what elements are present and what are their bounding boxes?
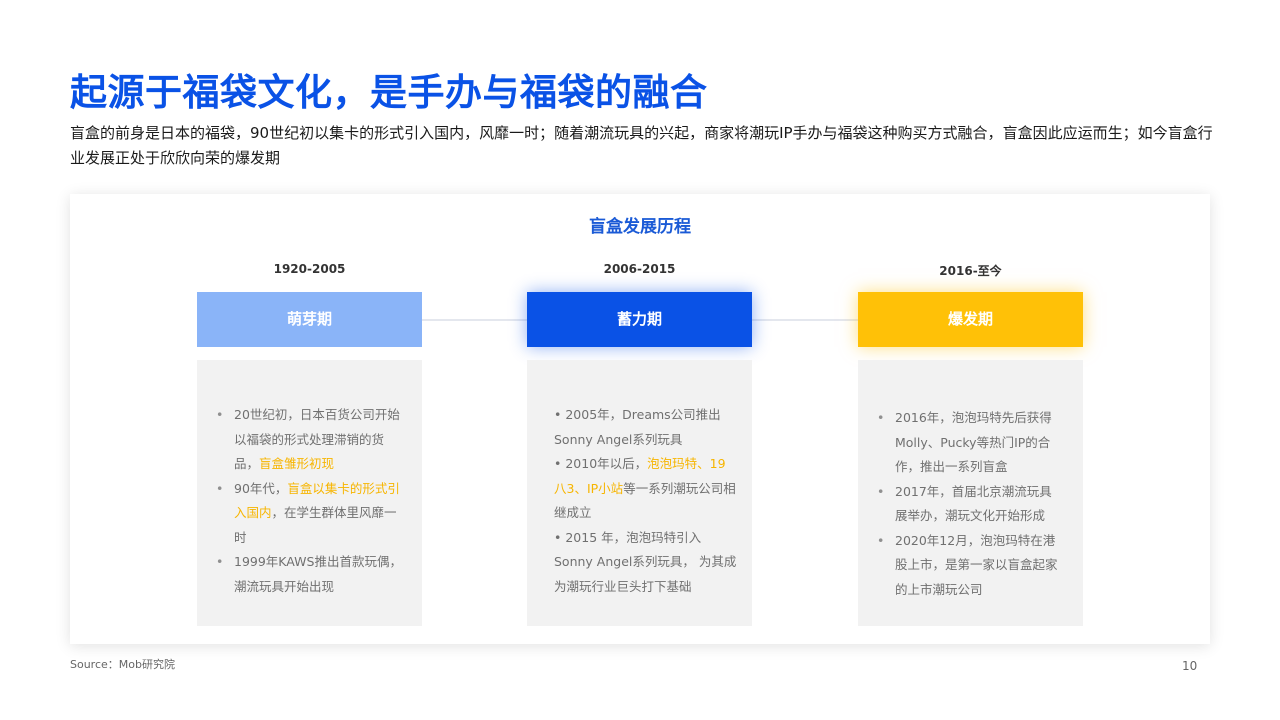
stage-1-item-3: 1999年KAWS推出首款玩偶，潮流玩具开始出现 — [216, 550, 402, 599]
stage-phase-1: 萌芽期 — [197, 292, 422, 347]
timeline-title: 盲盒发展历程 — [589, 217, 691, 237]
stage-year-1: 1920-2005 — [273, 262, 346, 276]
stage-phase-3: 爆发期 — [858, 292, 1083, 347]
stage-3-item-3: 2020年12月，泡泡玛特在港股上市，是第一家以盲盒起家的上市潮玩公司 — [877, 529, 1063, 603]
stage-3-item-1: 2016年，泡泡玛特先后获得Molly、Pucky等热门IP的合作，推出一系列盲… — [877, 406, 1063, 480]
stage-2-item-2: • 2010年以后，泡泡玛特、19八3、IP小站等一系列潮玩公司相继成立 — [554, 456, 736, 520]
page-subtitle: 盲盒的前身是日本的福袋，90世纪初以集卡的形式引入国内，风靡一时；随着潮流玩具的… — [70, 124, 1213, 167]
stage-1-item-2: 90年代，盲盒以集卡的形式引入国内，在学生群体里风靡一时 — [216, 477, 402, 551]
timeline-card: 盲盒发展历程 1920-2005 萌芽期 20世纪初，日本百货公司开始以福袋的形… — [70, 194, 1210, 644]
stage-content-3: 2016年，泡泡玛特先后获得Molly、Pucky等热门IP的合作，推出一系列盲… — [858, 360, 1083, 626]
stage-content-1: 20世纪初，日本百货公司开始以福袋的形式处理滞销的货品，盲盒雏形初现 90年代，… — [197, 360, 422, 626]
stage-year-2: 2006-2015 — [603, 262, 676, 276]
stage-1-item-1: 20世纪初，日本百货公司开始以福袋的形式处理滞销的货品，盲盒雏形初现 — [216, 403, 402, 477]
source-note: Source：Mob研究院 — [70, 658, 175, 671]
page-number: 10 — [1182, 659, 1198, 673]
slide: 起源于福袋文化，是手办与福袋的融合 盲盒的前身是日本的福袋，90世纪初以集卡的形… — [0, 0, 1280, 720]
stage-2-item-1: • 2005年，Dreams公司推出Sonny Angel系列玩具 — [554, 407, 721, 447]
page-title: 起源于福袋文化，是手办与福袋的融合 — [70, 71, 708, 114]
stage-content-2: • 2005年，Dreams公司推出Sonny Angel系列玩具 • 2010… — [527, 360, 752, 626]
stage-year-3: 2016-至今 — [939, 264, 1002, 278]
stage-3-item-2: 2017年，首届北京潮流玩具展举办，潮玩文化开始形成 — [877, 480, 1063, 529]
stage-2-item-3: • 2015 年，泡泡玛特引入Sonny Angel系列玩具， 为其成为潮玩行业… — [554, 529, 737, 594]
timeline-connector-1 — [422, 319, 527, 321]
timeline-connector-2 — [752, 319, 858, 321]
stage-phase-2: 蓄力期 — [527, 292, 752, 347]
